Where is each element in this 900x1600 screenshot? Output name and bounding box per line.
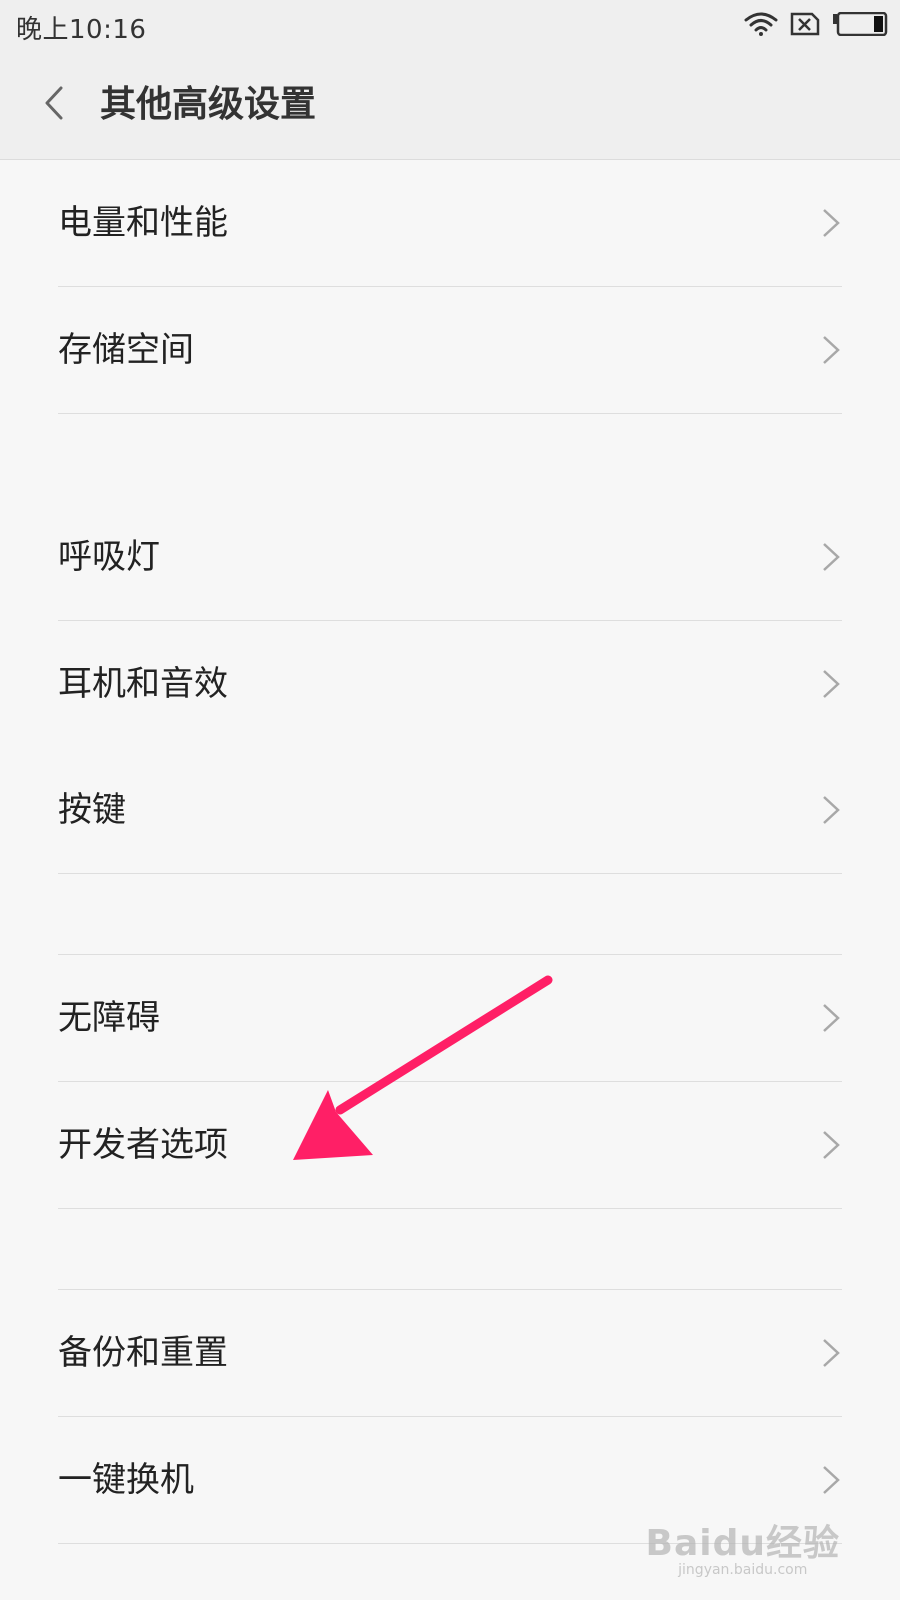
status-time: 晚上10:16 [16, 15, 147, 45]
divider [58, 413, 842, 414]
settings-item-label: 备份和重置 [58, 1333, 228, 1373]
chevron-right-icon [823, 796, 840, 824]
back-button[interactable] [34, 80, 74, 130]
settings-item-developer-options[interactable]: 开发者选项 [0, 1082, 900, 1208]
settings-item-battery-performance[interactable]: 电量和性能 [0, 160, 900, 286]
chevron-right-icon [823, 1004, 840, 1032]
settings-group-2: 呼吸灯 耳机和音效 按键 [0, 494, 900, 874]
settings-item-buttons[interactable]: 按键 [0, 747, 900, 873]
title-bar: 其他高级设置 [0, 50, 900, 160]
status-bar: 晚上10:16 [0, 0, 900, 50]
settings-item-label: 开发者选项 [58, 1125, 228, 1165]
divider [58, 1208, 842, 1209]
settings-item-accessibility[interactable]: 无障碍 [0, 955, 900, 1081]
settings-item-label: 无障碍 [58, 998, 160, 1038]
chevron-right-icon [823, 543, 840, 571]
settings-item-label: 一键换机 [58, 1460, 194, 1500]
chevron-right-icon [823, 670, 840, 698]
chevron-right-icon [823, 1131, 840, 1159]
chevron-right-icon [823, 209, 840, 237]
settings-group-1: 电量和性能 存储空间 [0, 160, 900, 414]
watermark-main: Baidu经验 [645, 1523, 840, 1564]
settings-item-headphones-audio[interactable]: 耳机和音效 [0, 621, 900, 747]
settings-list: 电量和性能 存储空间 呼吸灯 耳机和音效 按键 无障碍 开发者选项 备份和重置 … [0, 160, 900, 1544]
battery-icon [832, 11, 888, 40]
wifi-icon [744, 12, 778, 40]
settings-item-label: 耳机和音效 [58, 664, 228, 704]
chevron-left-icon [43, 85, 65, 125]
settings-item-storage[interactable]: 存储空间 [0, 287, 900, 413]
divider [58, 873, 842, 874]
sim-none-icon [790, 12, 820, 40]
settings-item-breathing-light[interactable]: 呼吸灯 [0, 494, 900, 620]
chevron-right-icon [823, 1339, 840, 1367]
status-icons [744, 11, 888, 40]
settings-item-label: 呼吸灯 [58, 537, 160, 577]
settings-item-backup-reset[interactable]: 备份和重置 [0, 1290, 900, 1416]
settings-group-4: 备份和重置 一键换机 [0, 1289, 900, 1544]
settings-group-3: 无障碍 开发者选项 [0, 954, 900, 1209]
settings-item-label: 存储空间 [58, 330, 194, 370]
chevron-right-icon [823, 336, 840, 364]
baidu-jingyan-watermark: Baidu经验 jingyan.baidu.com [646, 1514, 840, 1578]
settings-item-label: 按键 [58, 790, 126, 830]
chevron-right-icon [823, 1466, 840, 1494]
settings-item-label: 电量和性能 [58, 203, 228, 243]
page-title: 其他高级设置 [100, 84, 317, 125]
